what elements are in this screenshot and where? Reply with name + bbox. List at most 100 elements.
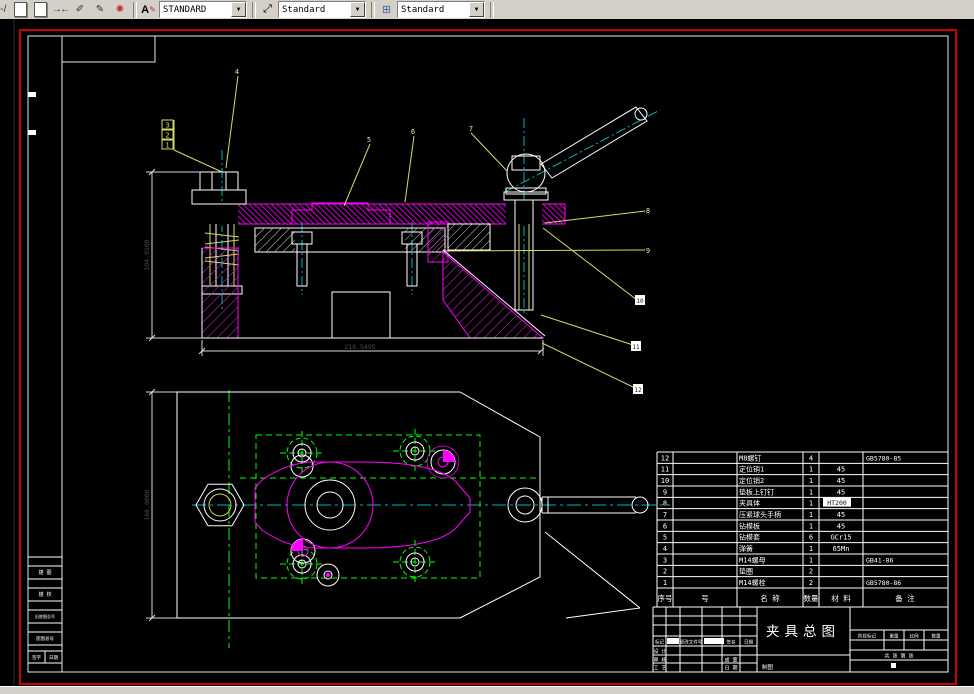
svg-text:重量: 重量	[890, 633, 899, 640]
svg-text:1: 1	[809, 511, 813, 519]
svg-text:3: 3	[165, 122, 169, 130]
svg-text:号: 号	[701, 594, 709, 603]
svg-text:日 期: 日 期	[724, 666, 737, 672]
drawing-title: 夹具总图	[766, 624, 840, 640]
table-style-combo[interactable]: Standard ▼	[397, 1, 485, 18]
svg-text:10: 10	[636, 298, 644, 305]
break-icon[interactable]: →←	[51, 1, 70, 18]
svg-text:弹簧: 弹簧	[739, 544, 753, 553]
svg-text:名 称: 名 称	[760, 593, 780, 603]
open-drawing-icon[interactable]	[31, 1, 49, 18]
svg-text:标记: 标记	[655, 639, 664, 646]
revision-pencil-icon[interactable]: ✎	[91, 1, 109, 18]
svg-text:GB41-86: GB41-86	[866, 556, 893, 564]
linetype-icon[interactable]: -·-/	[0, 1, 9, 18]
svg-text:2: 2	[663, 568, 667, 576]
svg-text:45: 45	[837, 511, 845, 519]
svg-text:45: 45	[837, 466, 845, 474]
svg-text:11: 11	[661, 466, 669, 474]
svg-text:4: 4	[235, 68, 239, 76]
svg-text:日期: 日期	[49, 655, 58, 661]
svg-text:备 注: 备 注	[895, 593, 915, 603]
svg-text:2: 2	[165, 132, 169, 140]
svg-text:1: 1	[663, 579, 667, 587]
svg-text:7: 7	[663, 511, 667, 519]
handle-swing-line	[565, 607, 641, 619]
fixture-body	[201, 247, 546, 339]
svg-text:日期: 日期	[744, 640, 753, 646]
dim-style-icon[interactable]: ⤢	[259, 2, 276, 18]
explode-icon[interactable]: ✺	[111, 1, 129, 18]
drill-bushings	[280, 429, 437, 586]
svg-text:12: 12	[661, 454, 669, 462]
svg-text:HT200: HT200	[827, 499, 847, 507]
svg-text:审 核: 审 核	[653, 657, 666, 664]
bushing-plate-section	[447, 223, 491, 251]
svg-text:8: 8	[663, 500, 667, 508]
svg-text:数量: 数量	[932, 633, 941, 640]
svg-text:定位销1: 定位销1	[739, 465, 764, 474]
svg-text:5: 5	[367, 136, 371, 144]
svg-text:45: 45	[837, 477, 845, 485]
svg-text:1: 1	[809, 500, 813, 508]
svg-text:5: 5	[663, 534, 667, 542]
svg-text:9: 9	[646, 247, 650, 255]
svg-text:6: 6	[809, 534, 813, 542]
text-style-icon[interactable]: A ✎	[140, 2, 157, 18]
table-style-group: ⊞ Standard ▼	[378, 1, 487, 18]
text-style-group: A ✎ STANDARD ▼	[140, 1, 249, 18]
svg-text:工 艺: 工 艺	[653, 666, 666, 672]
svg-text:6: 6	[411, 128, 415, 136]
svg-text:65Mn: 65Mn	[833, 545, 850, 553]
dim-plan-height: 166.0000	[143, 489, 151, 520]
svg-text:垫圈: 垫圈	[739, 567, 753, 576]
svg-text:1: 1	[809, 477, 813, 485]
chevron-down-icon[interactable]: ▼	[231, 2, 246, 17]
svg-text:压紧球头手柄: 压紧球头手柄	[739, 510, 781, 519]
chevron-down-icon[interactable]: ▼	[350, 2, 365, 17]
svg-text:底图总号: 底图总号	[36, 635, 54, 642]
toolbar-separator	[133, 1, 137, 18]
cad-viewport[interactable]: 104.9100 219.5495 166.0000 3 2 1 4 5 6 7 8 9 10 11…	[0, 19, 974, 686]
toolbar-separator	[371, 1, 375, 18]
table-style-icon[interactable]: ⊞	[378, 2, 395, 18]
svg-text:共 张 第 张: 共 张 第 张	[884, 653, 913, 660]
new-drawing-icon[interactable]	[11, 1, 29, 18]
sheet-border-red	[19, 29, 957, 685]
svg-text:M14螺栓: M14螺栓	[739, 578, 766, 587]
svg-text:1: 1	[809, 488, 813, 496]
svg-text:6: 6	[663, 522, 667, 530]
svg-text:M14螺母: M14螺母	[739, 555, 766, 564]
text-style-combo[interactable]: STANDARD ▼	[159, 1, 247, 18]
svg-text:GB5780-85: GB5780-85	[866, 454, 901, 462]
svg-text:1: 1	[809, 545, 813, 553]
svg-text:垫板上钉钉: 垫板上钉钉	[739, 487, 774, 496]
svg-text:10: 10	[661, 477, 669, 485]
toolbar-separator	[252, 1, 256, 18]
table-style-value: Standard	[401, 4, 445, 15]
svg-text:2: 2	[809, 568, 813, 576]
svg-text:1: 1	[809, 466, 813, 474]
dim-style-combo[interactable]: Standard ▼	[278, 1, 366, 18]
dim-section-height: 104.9100	[143, 239, 151, 270]
svg-text:45: 45	[837, 488, 845, 496]
svg-text:4: 4	[663, 545, 667, 553]
ball-handle	[505, 106, 648, 195]
svg-text:签字: 签字	[32, 654, 41, 661]
section-view	[191, 106, 661, 339]
svg-text:描 图: 描 图	[38, 569, 51, 576]
svg-text:阶段标记: 阶段标记	[858, 633, 876, 640]
leader-pencil-icon[interactable]: ✐	[71, 1, 89, 18]
svg-text:GCr15: GCr15	[830, 534, 851, 542]
svg-text:9: 9	[663, 488, 667, 496]
svg-text:设 计: 设 计	[653, 648, 666, 655]
svg-text:序号: 序号	[658, 593, 673, 603]
svg-text:7: 7	[469, 125, 473, 133]
chevron-down-icon[interactable]: ▼	[469, 2, 484, 17]
svg-text:签名: 签名	[727, 639, 736, 646]
toolbar-separator	[490, 1, 494, 18]
svg-text:3: 3	[663, 556, 667, 564]
plan-view	[176, 390, 670, 648]
base-plate	[254, 227, 446, 339]
title-block: 夹具总图 标记处数更改文件号签名日期设 计审 核成 量工 艺日 期制图阶段标记重…	[652, 606, 949, 673]
